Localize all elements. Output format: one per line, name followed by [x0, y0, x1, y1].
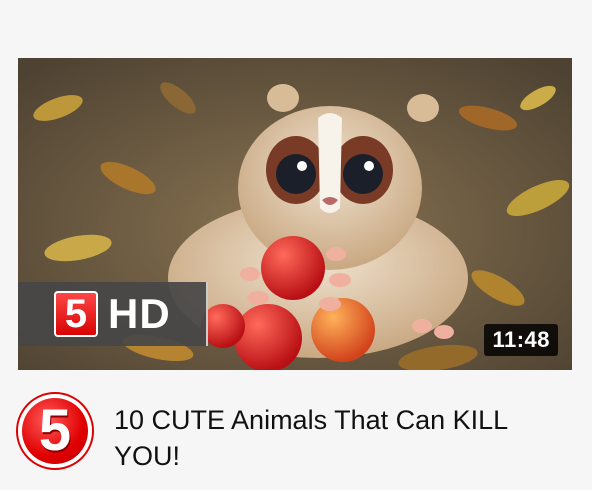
video-thumbnail[interactable]: 5 HD 11:48 [18, 58, 572, 370]
video-card[interactable]: 5 HD 11:48 5 10 CUTE Animals That Can KI… [0, 0, 592, 490]
video-title[interactable]: 10 CUTE Animals That Can KILL YOU! [114, 402, 554, 474]
channel-watermark: 5 HD [18, 282, 208, 346]
video-duration: 11:48 [484, 324, 558, 356]
watermark-logo: 5 [54, 291, 98, 337]
channel-logo-text: 5 [38, 398, 72, 463]
watermark-hd-label: HD [108, 290, 171, 337]
channel-avatar[interactable]: 5 [18, 394, 92, 468]
